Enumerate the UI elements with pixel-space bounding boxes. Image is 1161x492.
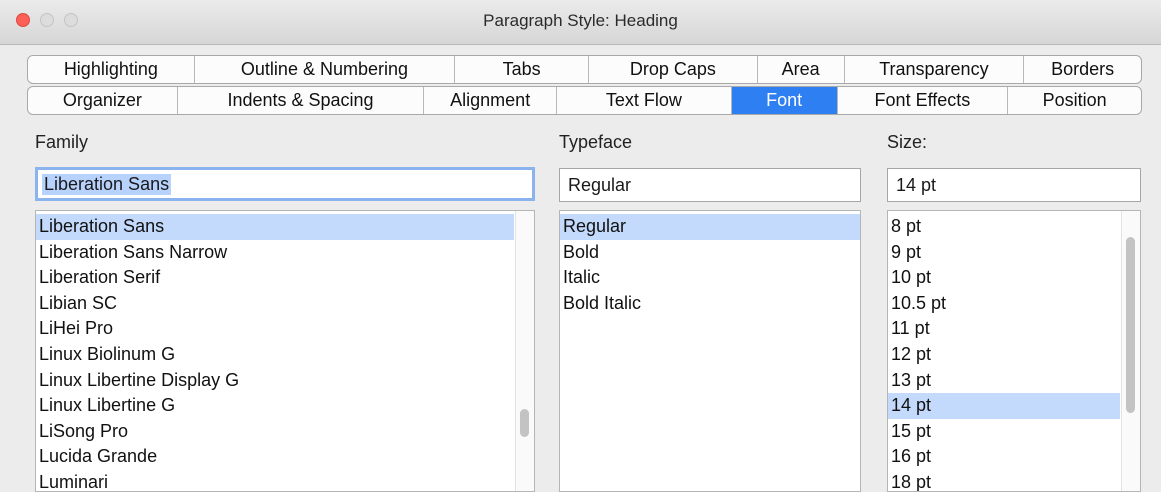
tab-indents-spacing[interactable]: Indents & Spacing <box>178 87 425 114</box>
family-input-text: Liberation Sans <box>42 173 172 195</box>
typeface-label: Typeface <box>559 132 633 152</box>
tab-area[interactable]: Area <box>758 56 845 83</box>
family-list[interactable]: Liberation Sans Liberation Sans Narrow Lib… <box>35 210 535 492</box>
family-list-item[interactable]: Libian SC <box>36 291 514 317</box>
tab-position[interactable]: Position <box>1008 87 1141 114</box>
tab-text-flow[interactable]: Text Flow <box>557 87 732 114</box>
tab-transparency[interactable]: Transparency <box>845 56 1025 83</box>
size-list[interactable]: 8 pt 9 pt 10 pt 10.5 pt 11 pt 12 pt 13 pt 14 pt… <box>887 210 1141 492</box>
family-list-item[interactable]: Linux Libertine G <box>36 393 514 419</box>
size-list-item[interactable]: 10 pt <box>888 265 1120 291</box>
tab-borders[interactable]: Borders <box>1024 56 1141 83</box>
size-list-item[interactable]: 16 pt <box>888 444 1120 470</box>
title-bar: Paragraph Style: Heading <box>0 0 1161 45</box>
family-list-item[interactable]: Liberation Sans Narrow <box>36 240 514 266</box>
family-list-scrollbar[interactable] <box>515 211 534 491</box>
tab-alignment[interactable]: Alignment <box>424 87 558 114</box>
family-list-item[interactable]: LiSong Pro <box>36 419 514 445</box>
size-list-scrollbar[interactable] <box>1121 211 1140 491</box>
window-title: Paragraph Style: Heading <box>483 11 678 30</box>
tab-drop-caps[interactable]: Drop Caps <box>589 56 758 83</box>
typeface-list-item[interactable]: Italic <box>560 265 860 291</box>
tab-font-effects[interactable]: Font Effects <box>838 87 1009 114</box>
family-list-item[interactable]: Luminari <box>36 470 514 491</box>
family-list-item[interactable]: Liberation Serif <box>36 265 514 291</box>
family-list-scroll-thumb[interactable] <box>520 409 529 437</box>
size-list-item[interactable]: 13 pt <box>888 368 1120 394</box>
typeface-input[interactable]: Regular <box>559 168 861 202</box>
size-list-item[interactable]: 12 pt <box>888 342 1120 368</box>
size-list-item[interactable]: 14 pt <box>888 393 1120 419</box>
tab-organizer[interactable]: Organizer <box>28 87 178 114</box>
family-label: Family <box>35 132 88 152</box>
family-list-item[interactable]: Linux Biolinum G <box>36 342 514 368</box>
family-input[interactable]: Liberation Sans <box>35 167 535 201</box>
size-input-text: 14 pt <box>896 174 937 195</box>
family-list-item[interactable]: Linux Libertine Display G <box>36 368 514 394</box>
tab-highlighting[interactable]: Highlighting <box>28 56 195 83</box>
tab-row-2: Organizer Indents & Spacing Alignment Te… <box>27 86 1142 115</box>
tab-font[interactable]: Font <box>731 87 838 114</box>
tab-row-1: Highlighting Outline & Numbering Tabs Dr… <box>27 55 1142 84</box>
size-list-item[interactable]: 15 pt <box>888 419 1120 445</box>
size-list-item[interactable]: 8 pt <box>888 214 1120 240</box>
typeface-list-item[interactable]: Bold Italic <box>560 291 860 317</box>
family-list-item[interactable]: LiHei Pro <box>36 316 514 342</box>
size-label: Size: <box>887 132 928 152</box>
typeface-list-item[interactable]: Bold <box>560 240 860 266</box>
size-list-item[interactable]: 11 pt <box>888 316 1120 342</box>
size-input[interactable]: 14 pt <box>887 168 1141 202</box>
typeface-list-item[interactable]: Regular <box>560 214 860 240</box>
size-list-item[interactable]: 18 pt <box>888 470 1120 491</box>
family-list-item[interactable]: Lucida Grande <box>36 444 514 470</box>
size-list-item[interactable]: 9 pt <box>888 240 1120 266</box>
typeface-input-text: Regular <box>568 174 632 195</box>
typeface-list[interactable]: Regular Bold Italic Bold Italic <box>559 210 861 492</box>
font-panel: Family Typeface Size: Liberation Sans Re… <box>27 118 1142 492</box>
tab-tabs[interactable]: Tabs <box>455 56 589 83</box>
size-list-item[interactable]: 10.5 pt <box>888 291 1120 317</box>
tab-outline-numbering[interactable]: Outline & Numbering <box>195 56 456 83</box>
family-list-item[interactable]: Liberation Sans <box>36 214 514 240</box>
size-list-scroll-thumb[interactable] <box>1126 237 1135 413</box>
